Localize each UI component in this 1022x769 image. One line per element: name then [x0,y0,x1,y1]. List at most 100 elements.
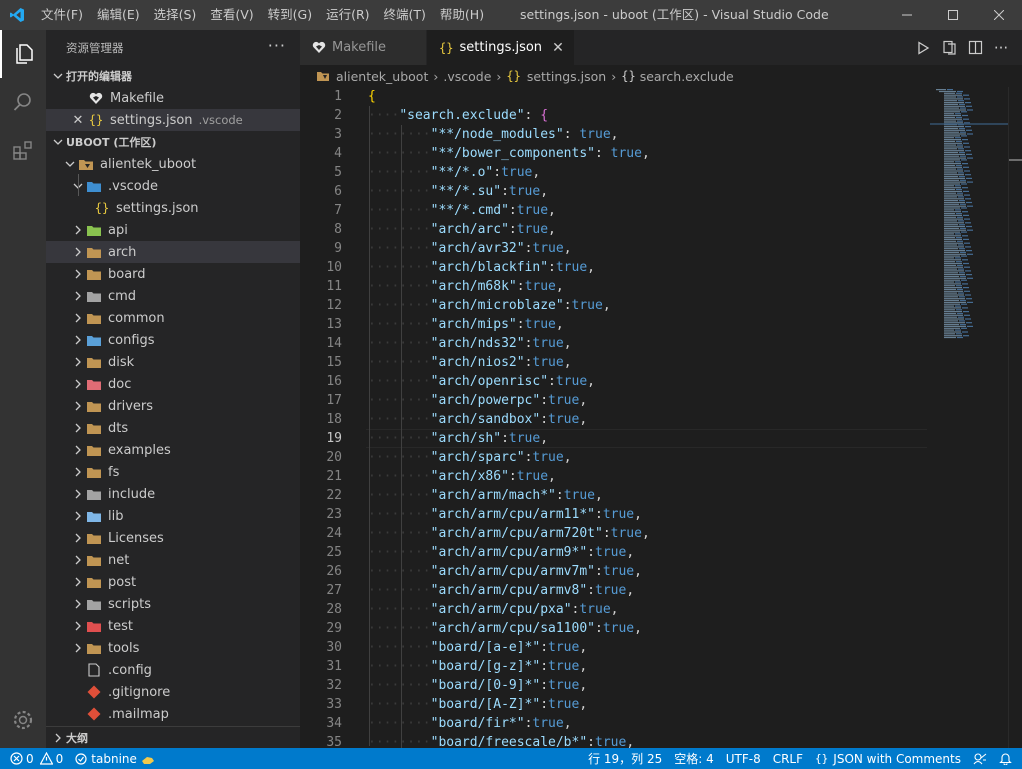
minimize-button[interactable] [884,0,930,30]
problems-status[interactable]: 0 0 [0,748,69,769]
tree-folder-licenses[interactable]: Licenses [46,527,300,549]
encoding-status[interactable]: UTF-8 [720,748,767,769]
breadcrumb-item[interactable]: .vscode [443,69,491,84]
tree-folder-fs[interactable]: fs [46,461,300,483]
chevron-right-icon [70,615,86,637]
language-mode[interactable]: {} JSON with Comments [809,748,967,769]
open-editors-label: 打开的编辑器 [66,70,132,83]
open-editor-item-active[interactable]: ✕ {} settings.json .vscode [46,109,300,131]
json-key: arch/mips [438,317,509,332]
notifications-bell-icon[interactable] [993,748,1022,769]
breadcrumb-item[interactable]: {} search.exclude [621,69,734,84]
tree-item-label: include [108,486,156,502]
run-icon[interactable] [910,30,936,65]
tab-label: settings.json [459,40,543,55]
tab-settings-json[interactable]: {} settings.json ✕ [427,30,575,65]
tab-makefile[interactable]: Makefile [300,30,428,65]
tree-folder-vscode[interactable]: .vscode [46,175,300,197]
eol-status[interactable]: CRLF [767,748,809,769]
tree-root-folder[interactable]: alientek_uboot [46,153,300,175]
tree-item-label: dts [108,420,129,436]
menu-item[interactable]: 选择(S) [147,0,204,30]
tree-folder-common[interactable]: common [46,307,300,329]
code-line: 12 ········"arch/microblaze":true, [300,296,930,315]
menu-item[interactable]: 转到(G) [261,0,319,30]
tree-folder-net[interactable]: net [46,549,300,571]
tree-folder-disk[interactable]: disk [46,351,300,373]
open-editor-item[interactable]: Makefile [46,87,300,109]
breadcrumb-item[interactable]: alientek_uboot [316,69,428,84]
tree-item-label: .gitignore [108,684,171,700]
line-number: 22 [326,488,342,503]
tree-folder-drivers[interactable]: drivers [46,395,300,417]
split-editor-icon[interactable] [962,30,988,65]
line-number: 21 [326,469,342,484]
json-key: arch/powerpc [438,393,533,408]
indentation-status[interactable]: 空格: 4 [668,748,720,769]
json-value: true [508,431,541,446]
tree-folder-scripts[interactable]: scripts [46,593,300,615]
search-icon[interactable] [0,78,46,126]
menu-item[interactable]: 帮助(H) [433,0,491,30]
json-value: true [595,545,627,560]
json-key: arch/avr32 [438,241,517,256]
more-actions-icon[interactable]: ··· [988,30,1014,65]
more-actions-icon[interactable]: ··· [268,36,286,55]
chevron-right-icon [70,351,86,373]
tree-folder-test[interactable]: test [46,615,300,637]
feedback-icon[interactable] [967,748,993,769]
menu-item[interactable]: 查看(V) [203,0,260,30]
tree-folder-arch[interactable]: arch [46,241,300,263]
tree-file[interactable]: .config [46,659,300,681]
line-number: 14 [326,336,342,351]
line-number: 26 [326,564,342,579]
workspace-section[interactable]: UBOOT (工作区) [46,131,300,153]
tree-folder-examples[interactable]: examples [46,439,300,461]
cursor-position[interactable]: 行 19，列 25 [582,748,668,769]
extensions-icon[interactable] [0,126,46,174]
code-indent-guide [369,106,370,746]
outline-section[interactable]: 大纲 [46,726,300,748]
tabnine-status[interactable]: tabnine [69,748,161,769]
tree-folder-post[interactable]: post [46,571,300,593]
code-line: 2 ····"search.exclude": { [300,106,930,125]
tree-file-settings[interactable]: {} settings.json [46,197,300,219]
tree-folder-cmd[interactable]: cmd [46,285,300,307]
close-tab-icon[interactable]: ✕ [552,40,564,56]
tree-folder-board[interactable]: board [46,263,300,285]
vertical-scrollbar[interactable] [1008,87,1022,748]
tree-folder-include[interactable]: include [46,483,300,505]
minimap[interactable] [930,87,1008,748]
explorer-icon[interactable] [0,30,46,78]
close-editor-icon[interactable]: ✕ [70,113,86,128]
menu-item[interactable]: 运行(R) [319,0,376,30]
tree-folder-tools[interactable]: tools [46,637,300,659]
manage-gear-icon[interactable] [0,696,46,744]
tree-folder-dts[interactable]: dts [46,417,300,439]
language-label: JSON with Comments [833,751,961,766]
tree-folder-doc[interactable]: doc [46,373,300,395]
menu-item[interactable]: 编辑(E) [90,0,147,30]
breadcrumb-item[interactable]: {} settings.json [506,69,606,84]
line-number: 1 [334,89,342,104]
code-line: 29 ········"arch/arm/cpu/sa1100":true, [300,619,930,638]
tree-folder-configs[interactable]: configs [46,329,300,351]
open-changes-icon[interactable] [936,30,962,65]
tree-file[interactable]: .mailmap [46,703,300,725]
tree-file[interactable]: .gitignore [46,681,300,703]
close-window-button[interactable] [976,0,1022,30]
code-line: 35 ········"board/freescale/b*":true, [300,733,930,748]
tree-folder-api[interactable]: api [46,219,300,241]
open-editors-section[interactable]: 打开的编辑器 [46,65,300,87]
maximize-button[interactable] [930,0,976,30]
json-value: true [516,203,549,218]
tree-folder-lib[interactable]: lib [46,505,300,527]
folder-icon [86,486,102,502]
menu-item[interactable]: 文件(F) [34,0,90,30]
status-bar: 0 0 tabnine 行 19，列 25 空格: 4 UTF-8 CRLF {… [0,748,1022,769]
tree-item-label: lib [108,508,124,524]
code-editor[interactable]: 1{2 ····"search.exclude": {3 ········"**/n… [300,87,930,748]
menu-item[interactable]: 终端(T) [377,0,433,30]
json-key: board/fir* [438,716,517,731]
folder-icon [86,222,102,238]
